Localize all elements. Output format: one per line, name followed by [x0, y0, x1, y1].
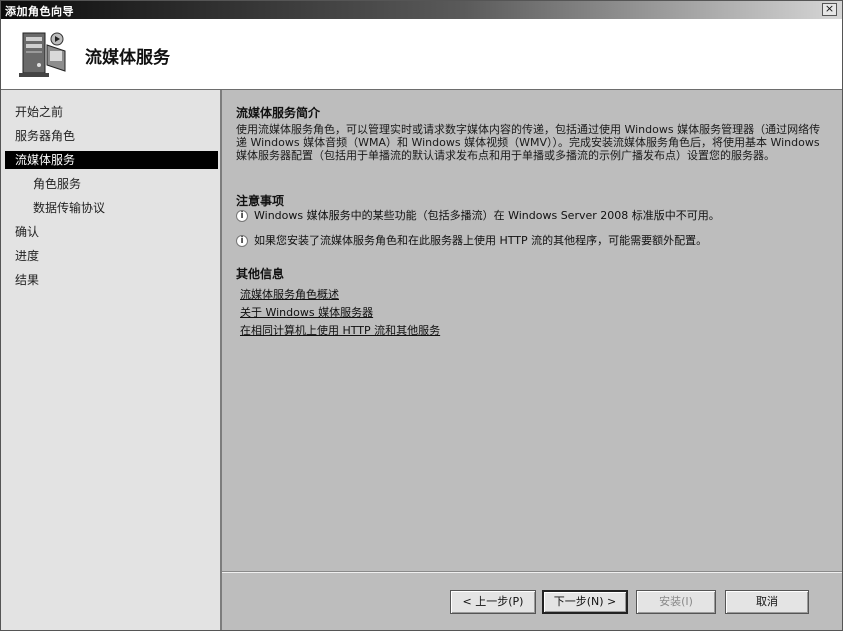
- info-icon: i: [236, 210, 248, 222]
- nav-item-data-transfer-protocols[interactable]: 数据传输协议: [33, 199, 213, 217]
- note-item: i Windows 媒体服务中的某些功能（包括多播流）在 Windows Ser…: [236, 208, 826, 224]
- note-item: i 如果您安装了流媒体服务角色和在此服务器上使用 HTTP 流的其他程序，可能需…: [236, 233, 826, 249]
- intro-heading: 流媒体服务简介: [236, 106, 321, 120]
- nav-item-server-roles[interactable]: 服务器角色: [15, 127, 215, 145]
- back-button[interactable]: < 上一步(P): [450, 590, 536, 614]
- title-bar[interactable]: 添加角色向导 ×: [1, 1, 842, 19]
- note-text: Windows 媒体服务中的某些功能（包括多播流）在 Windows Serve…: [254, 209, 720, 222]
- more-info-heading: 其他信息: [236, 267, 285, 281]
- link-about-windows-media-server[interactable]: 关于 Windows 媒体服务器: [240, 306, 373, 320]
- next-button[interactable]: 下一步(N) >: [542, 590, 628, 614]
- close-button[interactable]: ×: [822, 3, 837, 16]
- wizard-content: 流媒体服务简介 使用流媒体服务角色，可以管理实时或请求数字媒体内容的传递，包括通…: [222, 90, 842, 630]
- nav-item-streaming-media-services[interactable]: 流媒体服务: [5, 151, 218, 169]
- nav-item-progress[interactable]: 进度: [15, 247, 215, 265]
- button-divider: [222, 571, 842, 573]
- wizard-navigation: 开始之前 服务器角色 流媒体服务 角色服务 数据传输协议 确认 进度 结果: [1, 90, 222, 630]
- nav-item-role-services[interactable]: 角色服务: [33, 175, 213, 193]
- nav-item-confirmation[interactable]: 确认: [15, 223, 215, 241]
- page-title: 流媒体服务: [85, 48, 170, 68]
- cancel-button[interactable]: 取消: [725, 590, 809, 614]
- install-button[interactable]: 安装(I): [636, 590, 716, 614]
- note-text: 如果您安装了流媒体服务角色和在此服务器上使用 HTTP 流的其他程序，可能需要额…: [254, 234, 708, 247]
- notes-heading: 注意事项: [236, 194, 285, 208]
- add-roles-wizard-window: 添加角色向导 × 流媒体服务 开始之前 服务器角色 流媒体服务 角色服务 数据传…: [0, 0, 843, 631]
- link-http-streaming-other-services[interactable]: 在相同计算机上使用 HTTP 流和其他服务: [240, 324, 440, 338]
- wizard-header: 流媒体服务: [1, 19, 842, 90]
- server-computer-icon: [13, 27, 69, 83]
- nav-item-results[interactable]: 结果: [15, 271, 215, 289]
- window-title: 添加角色向导: [5, 5, 74, 18]
- intro-description: 使用流媒体服务角色，可以管理实时或请求数字媒体内容的传递，包括通过使用 Wind…: [236, 123, 821, 162]
- info-icon: i: [236, 235, 248, 247]
- link-streaming-role-overview[interactable]: 流媒体服务角色概述: [240, 288, 339, 302]
- nav-item-before-you-begin[interactable]: 开始之前: [15, 103, 215, 121]
